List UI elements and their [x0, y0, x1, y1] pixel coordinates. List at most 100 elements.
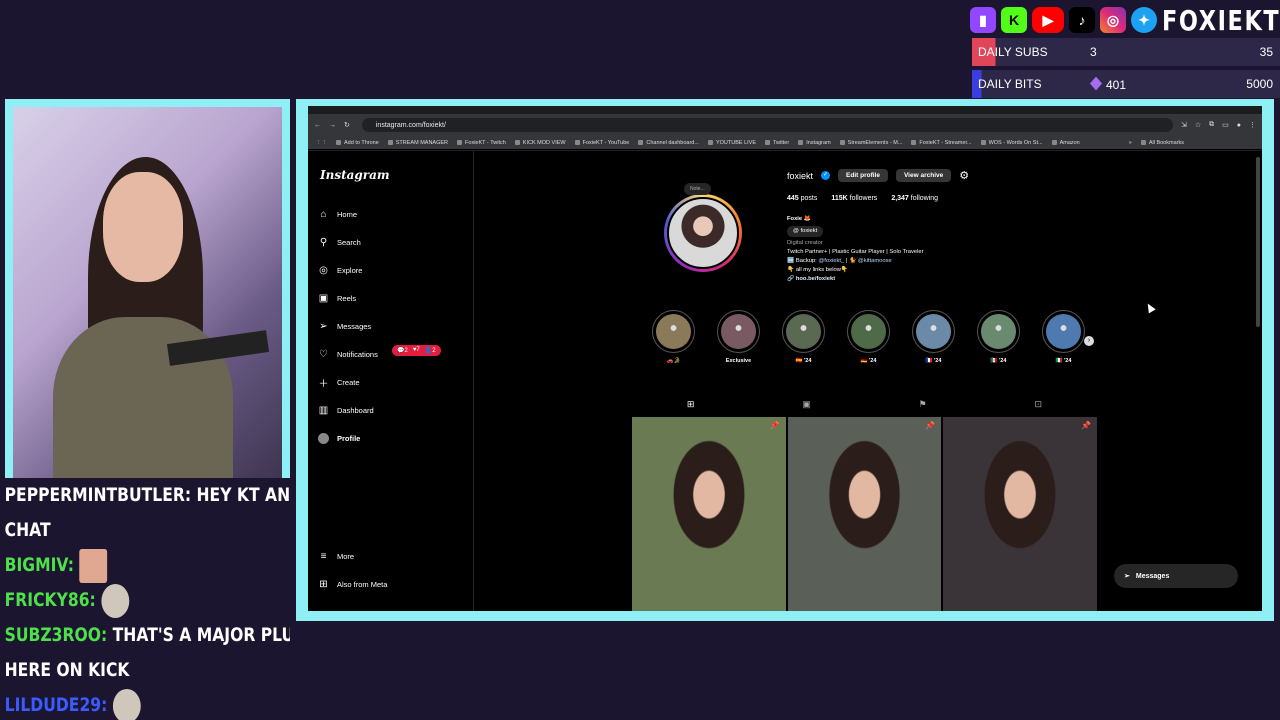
scrollbar[interactable] [1256, 157, 1260, 327]
instagram-page: Instagram ⌂ Home ⚲ Search ◎ Explore ▣ Reels … [308, 151, 1262, 611]
messages-bar[interactable]: ➢ Messages [1114, 564, 1238, 588]
nav-messages[interactable]: ➢ Messages [318, 321, 371, 332]
highlight-cover [851, 314, 886, 349]
profile-picture[interactable] [664, 194, 742, 272]
post-thumbnail[interactable]: 📌 [787, 417, 942, 611]
chat-emote [112, 688, 141, 720]
plus-icon: ＋ [318, 379, 329, 390]
notification-badge[interactable]: 💬2 ♥7 👤2 [392, 345, 441, 356]
bookmark-item[interactable]: Instagram [798, 140, 830, 146]
reels-tab-icon[interactable]: ▣ [802, 399, 811, 413]
nav-notifications[interactable]: ♡ Notifications [318, 349, 378, 360]
posts-grid: 📌 📌 📌 [632, 417, 1098, 611]
bookmark-item[interactable]: KICK MOD VIEW [515, 140, 566, 146]
nav-also-from-meta[interactable]: ⊞ Also from Meta [318, 579, 387, 590]
mention-link[interactable]: @kittamoose [858, 258, 892, 264]
daily-subs-label: DAILY SUBS [972, 38, 1090, 66]
chat-line: LILDUDE29: [3, 688, 290, 720]
bits-gem-icon [1090, 76, 1102, 91]
streamer-brand: FOXIEKT [1162, 3, 1280, 37]
home-icon: ⌂ [320, 209, 327, 220]
like-count: ♥7 [412, 347, 420, 353]
back-icon[interactable]: ← [314, 122, 321, 129]
bookmark-item[interactable]: YOUTUBE LIVE [708, 140, 756, 146]
story-highlight[interactable]: 🇩🇪 '24 [847, 310, 890, 364]
tab-strip[interactable] [308, 106, 1262, 114]
menu-icon[interactable]: ⋮ [1249, 121, 1256, 129]
highlight-cover [916, 314, 951, 349]
bookmark-item[interactable]: FoxieKT - Twitch [457, 140, 506, 146]
bookmark-item[interactable]: Amazon [1052, 140, 1080, 146]
nav-explore[interactable]: ◎ Explore [318, 265, 362, 276]
story-highlights: 🚗🐊 Exclusive 🇪🇸 '24 🇩🇪 '24 🇫🇷 '24 🇲🇽 '24… [652, 310, 1085, 364]
nav-home[interactable]: ⌂ Home [318, 209, 357, 220]
story-highlight[interactable]: 🇪🇸 '24 [782, 310, 825, 364]
compass-icon: ◎ [319, 265, 328, 276]
bookmark-item[interactable]: Add to Throne [336, 140, 379, 146]
story-highlight[interactable]: 🇫🇷 '24 [912, 310, 955, 364]
nav-dashboard[interactable]: ▥ Dashboard [318, 405, 374, 416]
profile-category: Digital creator [787, 240, 823, 246]
profile-bio: Foxie 🦊 @ foxiekt Digital creator Twitch… [787, 215, 1037, 284]
instagram-icon: ◎ [1100, 7, 1126, 33]
saved-icon[interactable]: ⚑ [919, 399, 927, 413]
bookmarks-overflow-icon[interactable]: » [1129, 140, 1132, 146]
all-bookmarks[interactable]: All Bookmarks [1141, 140, 1184, 146]
nav-profile[interactable]: Profile [318, 433, 360, 444]
streamer-figure [53, 147, 270, 478]
followers-count[interactable]: 115K followers [831, 195, 877, 202]
chat-username: LILDUDE29: [4, 694, 108, 716]
profile-icon[interactable]: ● [1237, 122, 1241, 129]
settings-gear-icon[interactable]: ⚙ [959, 169, 969, 182]
bookmark-item[interactable]: Twitter [765, 140, 789, 146]
bookmark-item[interactable]: FoxieKT - YouTube [575, 140, 630, 146]
tagged-icon[interactable]: ⊡ [1035, 399, 1043, 413]
sidebar-icon[interactable]: ▭ [1222, 121, 1229, 129]
post-thumbnail[interactable]: 📌 [943, 417, 1098, 611]
reload-icon[interactable]: ↻ [344, 121, 350, 129]
extensions-icon[interactable]: ⧉ [1209, 121, 1214, 129]
tiktok-icon: ♪ [1069, 7, 1095, 33]
bio-link[interactable]: 🔗 hoo.be/foxiekt [787, 275, 1037, 284]
twitch-icon: ▮ [970, 7, 996, 33]
bookmark-item[interactable]: WOS - Words On St... [981, 140, 1043, 146]
chat-username: SUBZ3ROO: [4, 624, 108, 646]
story-highlight[interactable]: 🚗🐊 [652, 310, 695, 364]
nav-create[interactable]: ＋ Create [318, 377, 360, 390]
threads-badge[interactable]: @ foxiekt [787, 226, 824, 237]
install-icon[interactable]: ⇲ [1181, 121, 1187, 129]
mention-link[interactable]: @foxiekt_ [818, 258, 844, 264]
forward-icon[interactable]: → [329, 122, 336, 129]
bio-line: 🆕 Backup: @foxiekt_ | 🐈 @kittamoose [787, 258, 892, 264]
webcam-feed [13, 107, 282, 478]
story-highlight[interactable]: 🇮🇹 '24 [1042, 310, 1085, 364]
highlights-next-icon[interactable]: › [1084, 336, 1094, 346]
view-archive-button[interactable]: View archive [895, 169, 952, 182]
post-thumbnail[interactable]: 📌 [632, 417, 786, 611]
display-name: Foxie 🦊 [787, 216, 811, 222]
address-bar[interactable]: instagram.com/foxiekt/ [361, 118, 1173, 132]
bookmark-item[interactable]: STREAM MANAGER [388, 140, 448, 146]
edit-profile-button[interactable]: Edit profile [838, 169, 888, 182]
bookmark-item[interactable]: Channel dashboard... [638, 140, 699, 146]
highlight-cover [721, 314, 756, 349]
note-bubble[interactable]: Note... [684, 183, 711, 195]
profile-tabs: ⊞ ▣ ⚑ ⊡ [633, 399, 1096, 413]
story-highlight[interactable]: 🇲🇽 '24 [977, 310, 1020, 364]
bookmark-item[interactable]: StreamElements - M... [840, 140, 903, 146]
highlight-cover [1046, 314, 1081, 349]
instagram-logo[interactable]: Instagram [320, 168, 390, 182]
daily-bits-target: 5000 [1246, 77, 1273, 91]
nav-reels[interactable]: ▣ Reels [318, 293, 356, 304]
daily-bits-label: DAILY BITS [972, 70, 1090, 98]
following-count[interactable]: 2,347 following [891, 195, 938, 202]
kick-icon: K [1001, 7, 1027, 33]
grid-icon[interactable]: ⊞ [687, 399, 695, 413]
bookmark-star-icon[interactable]: ☆ [1195, 121, 1201, 129]
apps-icon[interactable]: ⋮⋮ [316, 140, 327, 146]
bookmarks-bar: ⋮⋮ Add to Throne STREAM MANAGER FoxieKT … [308, 136, 1262, 150]
story-highlight[interactable]: Exclusive [717, 310, 760, 364]
nav-search[interactable]: ⚲ Search [318, 237, 361, 248]
nav-more[interactable]: ≡ More [318, 551, 355, 562]
bookmark-item[interactable]: FoxieKT - Streamer... [911, 140, 971, 146]
